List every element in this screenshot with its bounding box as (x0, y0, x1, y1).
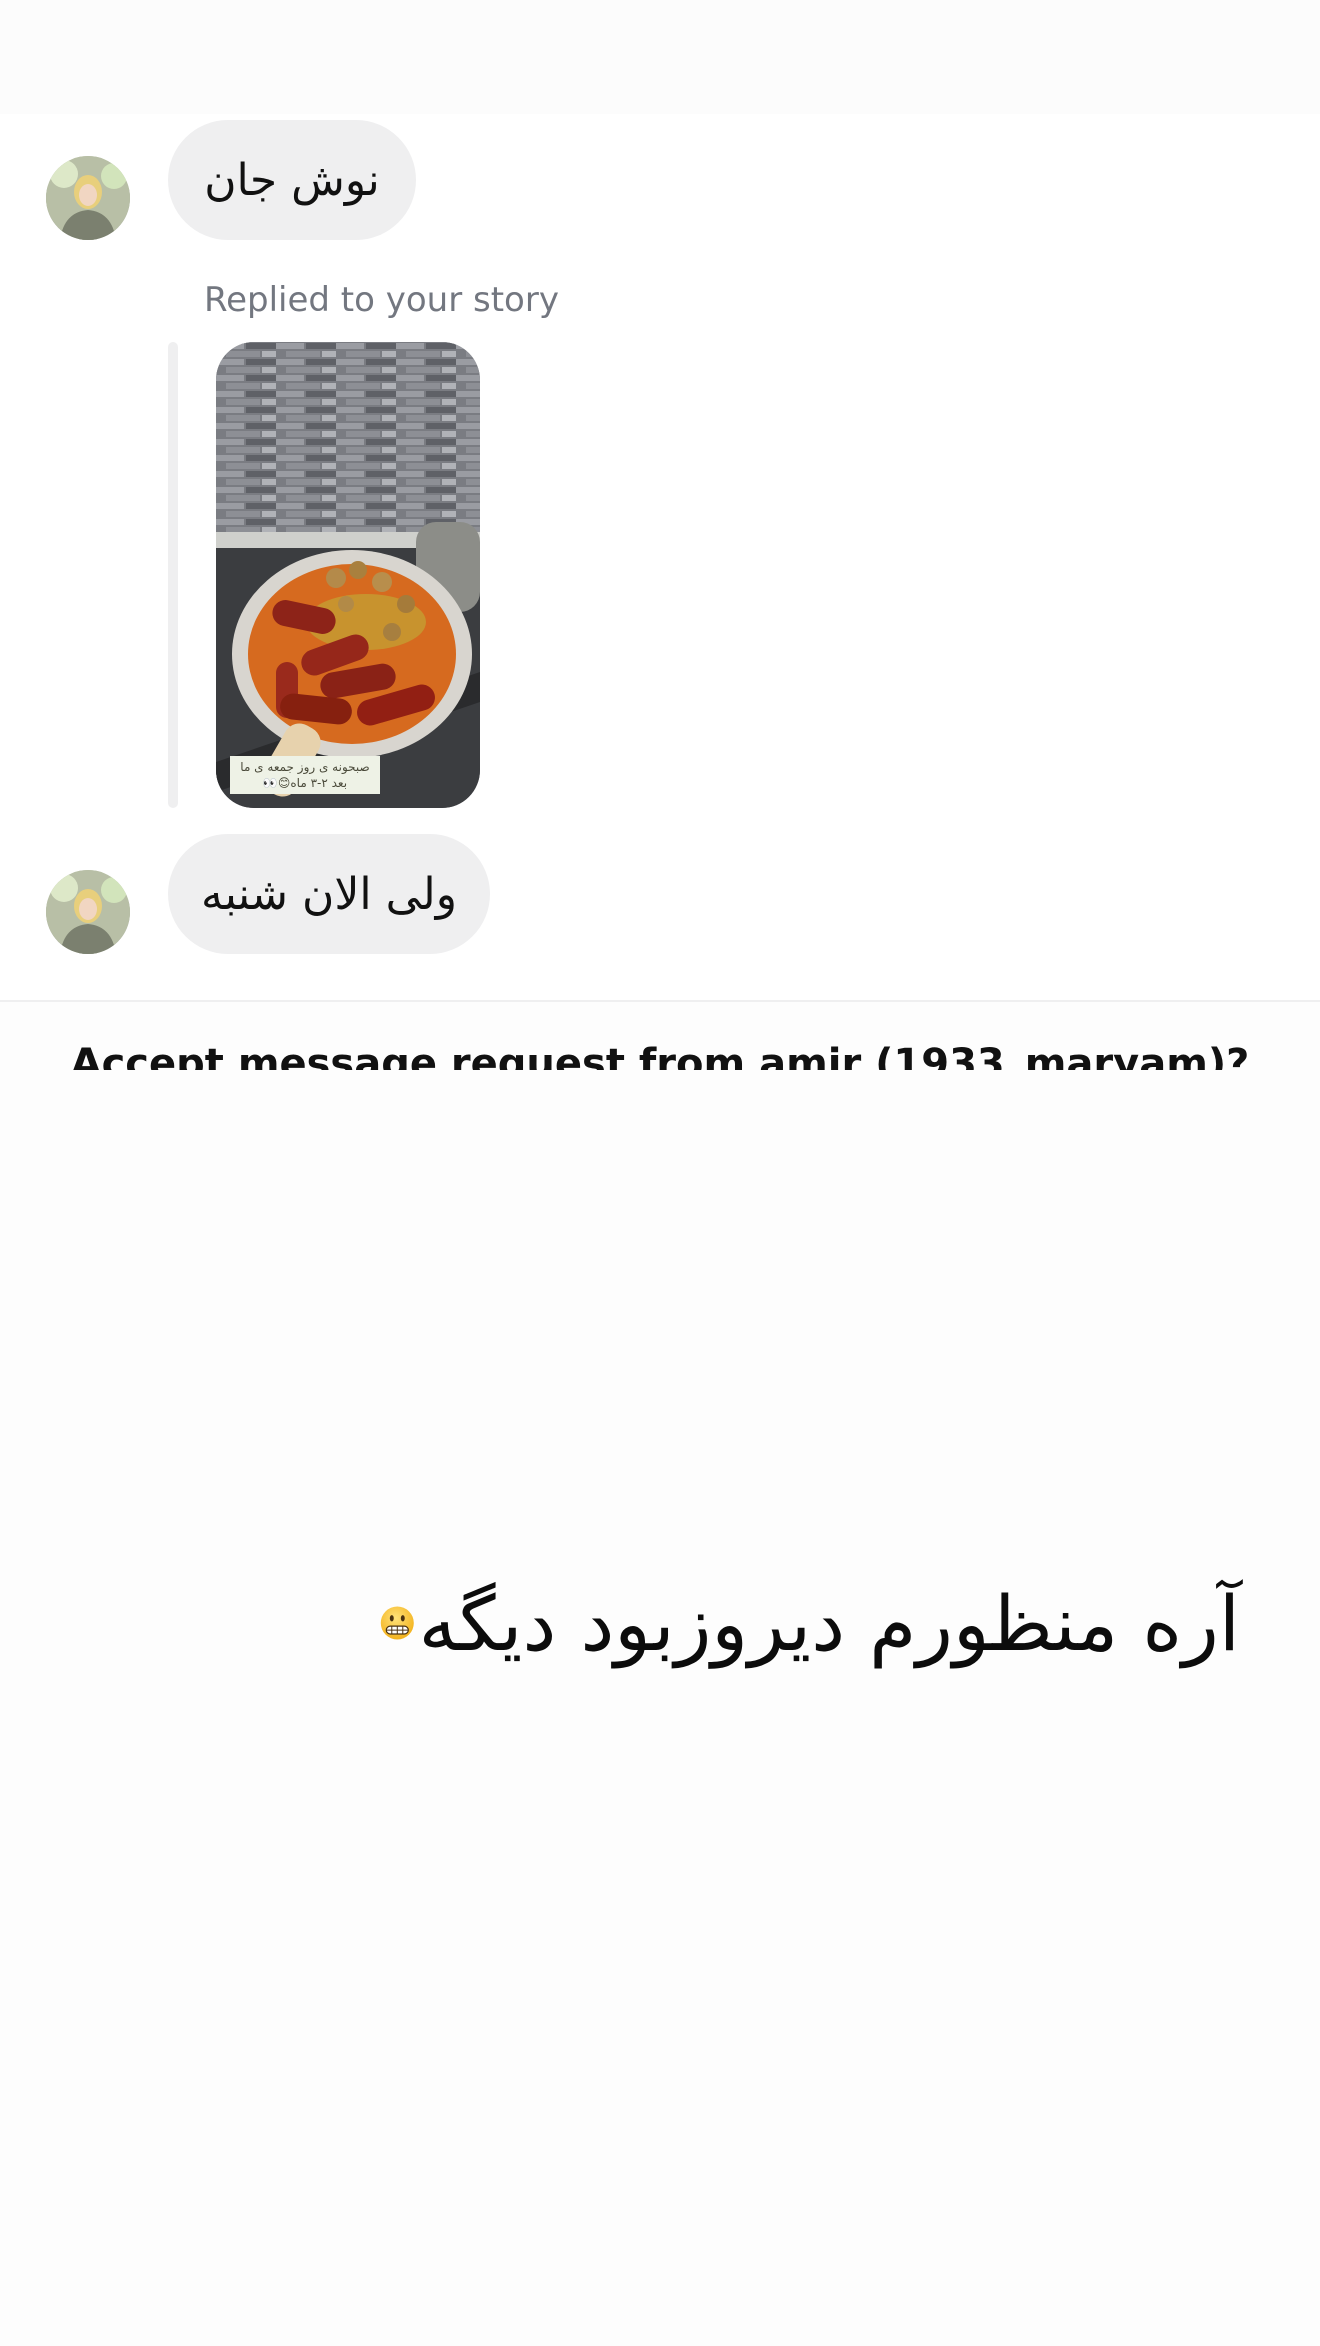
story-caption: صبحونه ی روز جمعه ی ما بعد ۲-۳ ماه😊👀 (230, 756, 380, 794)
reply-indicator-bar (168, 342, 178, 808)
story-reply-label: Replied to your story (204, 280, 559, 320)
story-caption-line: بعد ۲-۳ ماه😊👀 (262, 776, 348, 790)
divider (0, 1000, 1320, 1002)
overlay-message: آره منظورم دیروزبود دیگه (380, 1558, 1240, 1688)
grimacing-face-icon (380, 1606, 414, 1640)
top-bar (0, 0, 1320, 114)
story-thumbnail[interactable]: صبحونه ی روز جمعه ی ما بعد ۲-۳ ماه😊👀 (216, 342, 480, 808)
message-preview-overlay (0, 1070, 1320, 2346)
message-text: نوش جان (204, 154, 380, 206)
sender-avatar[interactable] (46, 870, 130, 954)
story-image-icon (216, 342, 480, 808)
sender-avatar[interactable] (46, 156, 130, 240)
message-bubble[interactable]: ولی الان شنبه (168, 834, 490, 954)
avatar-photo-icon (46, 156, 130, 240)
avatar-photo-icon (46, 870, 130, 954)
message-text: ولی الان شنبه (201, 868, 457, 920)
message-bubble[interactable]: نوش جان (168, 120, 416, 240)
overlay-message-text: آره منظورم دیروزبود دیگه (418, 1578, 1240, 1668)
chat-screen: نوش جان Replied to your story صبحونه ی ر… (0, 0, 1320, 2346)
story-caption-line: صبحونه ی روز جمعه ی ما (240, 760, 370, 774)
message-request-prompt: Accept message request from amir (1933_m… (70, 1041, 1250, 1070)
